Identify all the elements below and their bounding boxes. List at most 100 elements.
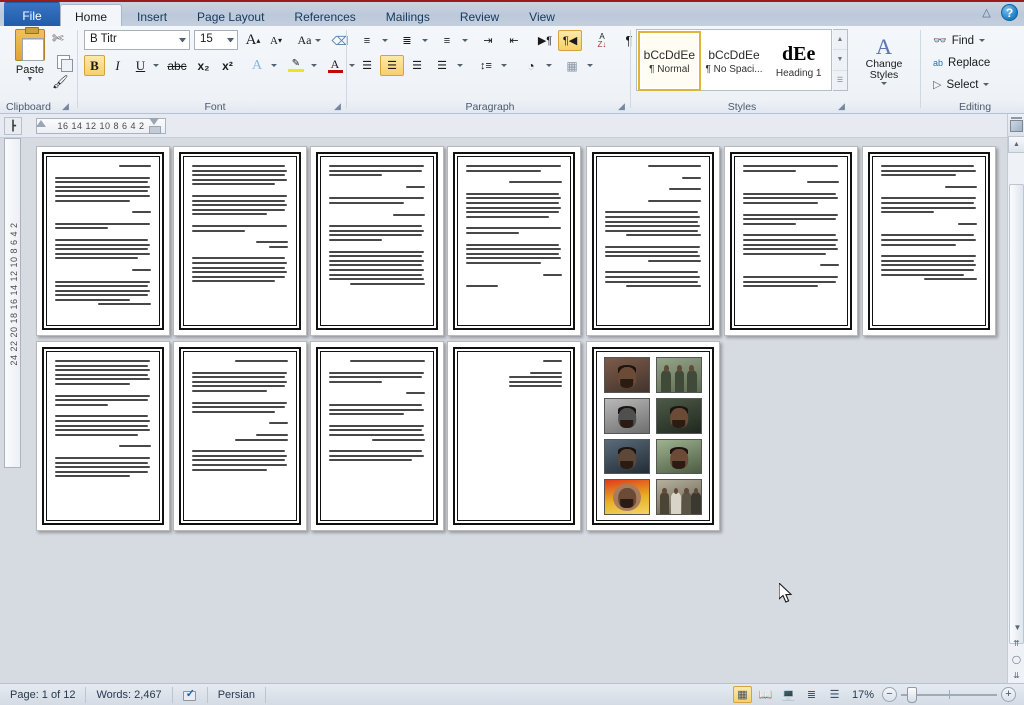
text-highlight-icon[interactable]: ✎	[284, 55, 308, 76]
multilevel-list-icon[interactable]: ≡	[435, 30, 459, 51]
decrease-indent-icon[interactable]: ⇥	[476, 30, 500, 51]
right-indent-marker[interactable]	[148, 116, 161, 136]
page-status[interactable]: Page: 1 of 12	[0, 686, 87, 703]
first-line-indent-marker[interactable]	[36, 118, 46, 127]
align-center-icon[interactable]: ☰	[380, 55, 404, 76]
copy-button[interactable]	[52, 52, 74, 73]
increase-indent-icon[interactable]: ⇤	[502, 30, 526, 51]
page-thumbnail-9[interactable]	[173, 341, 307, 531]
change-styles-button[interactable]: A Change Styles	[856, 28, 912, 92]
proofing-status[interactable]	[173, 686, 208, 703]
styles-gallery-scroll[interactable]: ▲ ▼ ☰	[833, 29, 848, 91]
underline-dropdown-icon[interactable]	[150, 55, 162, 76]
split-window-handle[interactable]	[1007, 114, 1024, 136]
vertical-scrollbar[interactable]: ▲ ▼ ⇈ ◯ ⇊	[1007, 136, 1024, 683]
full-screen-reading-icon[interactable]: 📖	[756, 686, 775, 703]
cut-button[interactable]: ✄	[52, 30, 74, 51]
select-button[interactable]: ▷ Select	[930, 74, 992, 95]
shading-icon[interactable]: ◔	[519, 55, 543, 76]
shrink-font-icon[interactable]: A ▾	[265, 30, 287, 51]
language-status[interactable]: Persian	[208, 686, 266, 703]
numbered-list-icon[interactable]: ≣	[395, 30, 419, 51]
right-to-left-text-icon[interactable]: ¶◀	[558, 30, 582, 51]
page-thumbnail-12[interactable]	[586, 341, 720, 531]
zoom-level[interactable]: 17%	[848, 689, 878, 701]
chevron-down-icon[interactable]	[179, 38, 186, 44]
find-button[interactable]: 👓 Find	[930, 30, 988, 51]
justify-icon[interactable]: ☰	[430, 55, 454, 76]
draft-view-icon[interactable]: ☰	[825, 686, 844, 703]
italic-button[interactable]: I	[107, 55, 128, 76]
format-painter-button[interactable]: 🖌	[52, 74, 74, 95]
page-thumbnail-11[interactable]	[447, 341, 581, 531]
page-thumbnail-4[interactable]	[447, 146, 581, 336]
font-dialog-launcher-icon[interactable]: ◢	[332, 101, 343, 112]
vertical-scrollbar-thumb[interactable]	[1009, 184, 1024, 644]
bullet-list-icon[interactable]: ≡	[355, 30, 379, 51]
highlight-dropdown-icon[interactable]	[308, 55, 320, 76]
grow-font-icon[interactable]: A ▴	[242, 30, 264, 51]
numbering-dropdown-icon[interactable]	[419, 30, 430, 51]
style-item-normal[interactable]: bCcDdEe ¶ Normal	[638, 31, 701, 91]
styles-gallery[interactable]: bCcDdEe ¶ Normal bCcDdEe ¶ No Spaci... d…	[636, 29, 832, 91]
borders-dropdown-icon[interactable]	[584, 55, 595, 76]
multilevel-dropdown-icon[interactable]	[459, 30, 470, 51]
page-thumbnail-5[interactable]	[586, 146, 720, 336]
left-to-right-text-icon[interactable]: ▶¶	[533, 30, 557, 51]
word-count[interactable]: Words: 2,467	[86, 686, 173, 703]
chevron-down-icon[interactable]	[227, 38, 234, 44]
align-right-icon[interactable]: ☰	[405, 55, 429, 76]
page-thumbnail-8[interactable]	[36, 341, 170, 531]
tab-stop-left-icon[interactable]: ┣	[4, 117, 22, 135]
paragraph-dialog-launcher-icon[interactable]: ◢	[616, 101, 627, 112]
styles-dialog-launcher-icon[interactable]: ◢	[836, 101, 847, 112]
subscript-button[interactable]: x₂	[192, 55, 215, 76]
style-item-no-spacing[interactable]: bCcDdEe ¶ No Spaci...	[703, 31, 766, 91]
zoom-in-icon[interactable]: +	[1001, 687, 1016, 702]
bullets-dropdown-icon[interactable]	[379, 30, 390, 51]
font-name-input[interactable]: B Titr	[84, 30, 190, 50]
style-item-heading-1[interactable]: dEe Heading 1	[767, 31, 830, 91]
help-question-icon[interactable]: ?	[1001, 4, 1018, 21]
sort-az-icon[interactable]: A Z↓	[590, 30, 614, 51]
tab-page-layout[interactable]: Page Layout	[182, 4, 279, 28]
font-color-icon[interactable]: A	[324, 55, 346, 76]
tab-review[interactable]: Review	[445, 4, 514, 28]
page-thumbnail-6[interactable]	[724, 146, 858, 336]
page-thumbnail-2[interactable]	[173, 146, 307, 336]
shading-dropdown-icon[interactable]	[543, 55, 554, 76]
zoom-out-icon[interactable]: −	[882, 687, 897, 702]
next-page-icon[interactable]: ⇊	[1009, 667, 1024, 683]
previous-page-icon[interactable]: ⇈	[1009, 635, 1024, 651]
zoom-slider[interactable]	[901, 686, 997, 703]
chevron-down-icon[interactable]: ▼	[8, 76, 52, 83]
select-browse-object-icon[interactable]: ◯	[1009, 651, 1024, 667]
more-styles-icon[interactable]: ☰	[833, 71, 847, 90]
chevron-down-icon[interactable]	[979, 39, 986, 42]
change-case-icon[interactable]: Aa	[294, 30, 324, 51]
tab-references[interactable]: References	[279, 4, 370, 28]
replace-button[interactable]: ab Replace	[930, 52, 993, 73]
horizontal-ruler[interactable]: 16 14 12 10 8 6 4 2	[36, 118, 166, 134]
font-size-input[interactable]: 15	[194, 30, 238, 50]
paste-button[interactable]: Paste ▼	[8, 27, 52, 83]
scroll-down-arrow-icon[interactable]: ▼	[1009, 619, 1024, 635]
clear-formatting-icon[interactable]: ⌫	[328, 30, 352, 51]
justify-dropdown-icon[interactable]	[454, 55, 465, 76]
scroll-up-arrow-icon[interactable]: ▲	[1008, 136, 1024, 153]
outline-view-icon[interactable]: ≣	[802, 686, 821, 703]
line-spacing-dropdown-icon[interactable]	[498, 55, 509, 76]
tab-file[interactable]: File	[4, 2, 60, 28]
chevron-down-icon[interactable]	[983, 83, 990, 86]
align-left-icon[interactable]: ☰	[355, 55, 379, 76]
print-layout-icon[interactable]: ▦	[733, 686, 752, 703]
tab-insert[interactable]: Insert	[122, 4, 182, 28]
scroll-down-icon[interactable]: ▼	[833, 50, 847, 71]
chevron-down-icon[interactable]	[881, 81, 887, 85]
superscript-button[interactable]: x²	[216, 55, 239, 76]
strikethrough-button[interactable]: abc	[164, 55, 190, 76]
page-thumbnail-3[interactable]	[310, 146, 444, 336]
line-spacing-icon[interactable]: ↕≡	[474, 55, 498, 76]
tab-view[interactable]: View	[514, 4, 570, 28]
zoom-slider-thumb[interactable]	[907, 686, 917, 703]
